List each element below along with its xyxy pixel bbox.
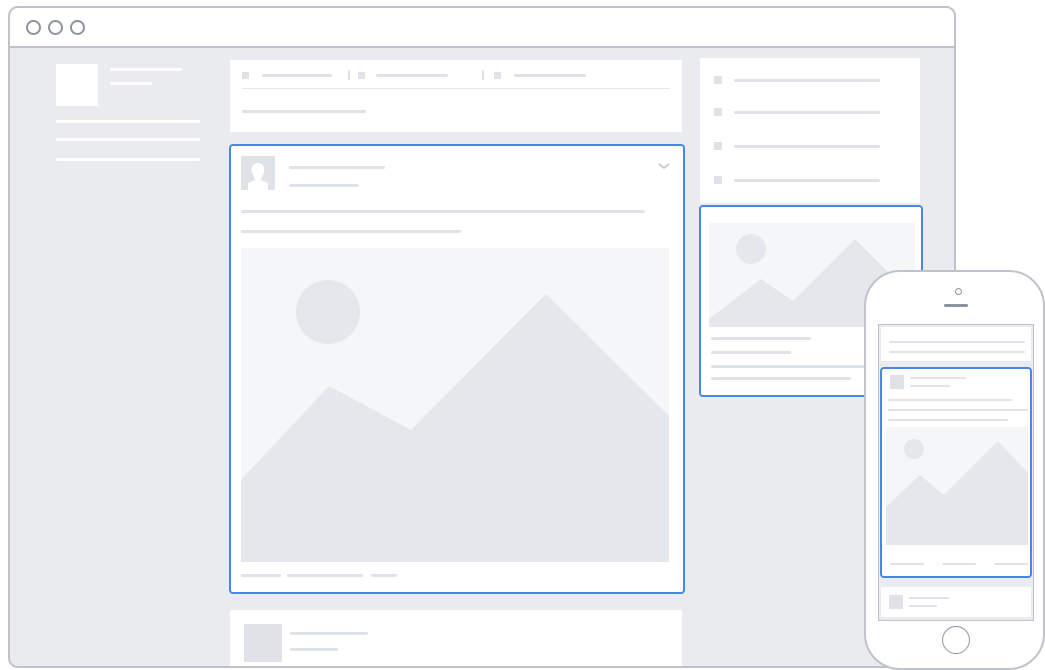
browser-window [8, 6, 956, 668]
landscape-image-icon[interactable] [241, 248, 669, 562]
feed-post-card[interactable] [229, 144, 685, 594]
sidebar-item[interactable] [56, 138, 200, 141]
post-action-comment[interactable] [287, 574, 363, 577]
phone-post-action[interactable] [994, 563, 1028, 565]
phone-line [889, 341, 1025, 343]
phone-post-time [910, 385, 950, 387]
composer-card[interactable] [230, 60, 682, 132]
list-bullet [714, 176, 722, 184]
list-bullet [714, 76, 722, 84]
phone-post-action[interactable] [890, 563, 924, 565]
profile-name-line [110, 68, 182, 71]
composer-tab-icon [494, 72, 501, 79]
post-thumbnail [244, 624, 282, 662]
mobile-phone [864, 270, 1045, 670]
phone-speaker [944, 304, 968, 307]
composer-input-line[interactable] [242, 110, 366, 113]
post-action-share[interactable] [371, 574, 397, 577]
phone-line [909, 605, 937, 607]
composer-tab-icon [242, 72, 249, 79]
phone-feed-post[interactable] [880, 367, 1032, 578]
ad-text-line [711, 377, 851, 380]
composer-divider [242, 88, 670, 89]
phone-next-card [881, 587, 1031, 617]
ad-subtitle-line [711, 351, 791, 354]
home-button-icon[interactable] [942, 626, 970, 654]
post-text-line [241, 230, 461, 233]
tab-divider [348, 70, 350, 80]
list-bullet [714, 108, 722, 116]
feed-post-card-next[interactable] [230, 610, 682, 666]
phone-post-text [888, 419, 1008, 421]
phone-line [889, 351, 1025, 353]
list-item[interactable] [734, 111, 880, 114]
profile-thumbnail[interactable] [56, 64, 98, 106]
tab-divider [482, 70, 484, 80]
post-author-line[interactable] [289, 166, 385, 169]
landscape-image-icon [886, 427, 1028, 545]
list-item[interactable] [734, 79, 880, 82]
phone-screen [878, 324, 1034, 621]
window-control-close[interactable] [26, 20, 41, 35]
person-silhouette-icon [890, 375, 904, 389]
right-list-card [700, 58, 920, 203]
ad-text-line [711, 365, 871, 368]
post-action-like[interactable] [241, 574, 281, 577]
phone-post-author [910, 377, 966, 379]
post-time-line [289, 184, 359, 187]
phone-top-card [881, 327, 1031, 361]
window-control-minimize[interactable] [48, 20, 63, 35]
chevron-down-icon[interactable] [657, 158, 671, 169]
post-time-line [290, 648, 338, 651]
window-control-maximize[interactable] [70, 20, 85, 35]
sidebar-item[interactable] [56, 120, 200, 123]
phone-line [909, 597, 949, 599]
composer-tab-icon [358, 72, 365, 79]
phone-post-text [888, 409, 1028, 411]
post-text-line [241, 210, 645, 213]
list-item[interactable] [734, 179, 880, 182]
post-author-line [290, 632, 368, 635]
list-item[interactable] [734, 145, 880, 148]
sidebar-item[interactable] [56, 158, 200, 161]
list-bullet [714, 142, 722, 150]
camera-dot-icon [955, 288, 962, 295]
composer-tab-label[interactable] [376, 74, 448, 77]
phone-next-thumbnail [889, 595, 903, 609]
window-title-bar [10, 8, 954, 48]
phone-post-text [888, 399, 1012, 401]
profile-sub-line [110, 82, 152, 85]
phone-post-action[interactable] [942, 563, 976, 565]
ad-title-line[interactable] [711, 337, 811, 340]
person-silhouette-icon [241, 156, 275, 190]
composer-tab-label[interactable] [514, 74, 586, 77]
composer-tab-label[interactable] [262, 74, 332, 77]
